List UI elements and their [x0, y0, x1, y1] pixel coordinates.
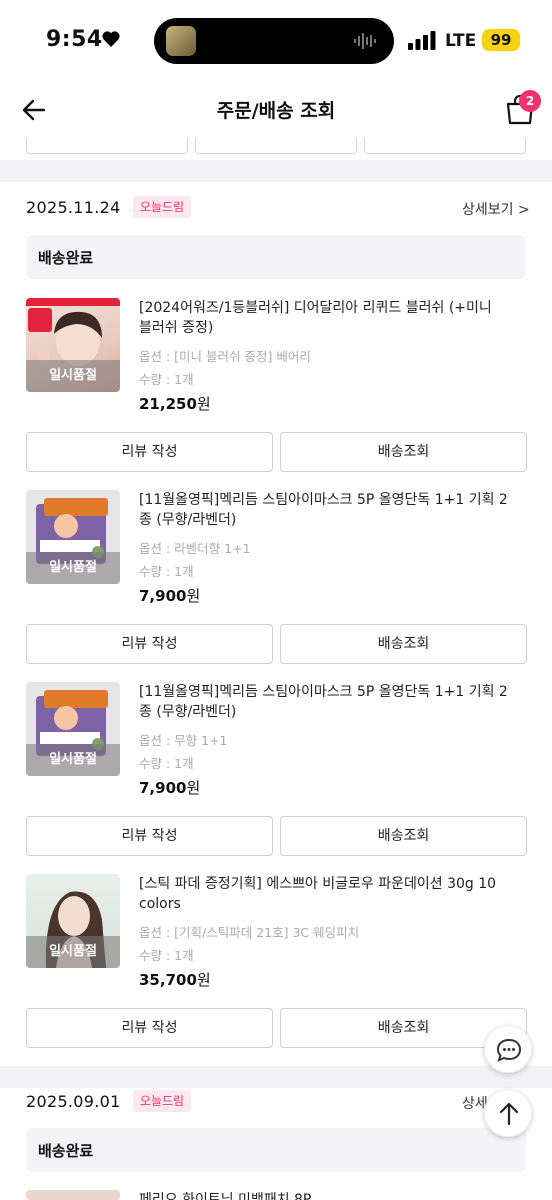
app-header: 주문/배송 조회 — [0, 82, 552, 138]
product-image[interactable]: 일시품절 — [26, 298, 120, 392]
product-price: 35,700원 — [139, 969, 211, 990]
product-option: 옵션 : [기획/스틱파데 21호] 3C 웨딩피치 — [139, 925, 360, 940]
product-option: 옵션 : [미니 블러쉬 증정] 베어리 — [139, 349, 311, 364]
order-date: 2025.09.01 — [26, 1092, 121, 1111]
write-review-button[interactable]: 리뷰 작성 — [26, 816, 273, 856]
product-price: 7,900원 — [139, 585, 200, 606]
product-option: 옵션 : 무향 1+1 — [139, 733, 228, 748]
section-divider — [0, 160, 552, 182]
product-quantity: 수량 : 1개 — [139, 372, 194, 387]
product-name[interactable]: 페리오 화이트닝 미백패치 8P — [139, 1188, 509, 1200]
soldout-overlay: 일시품절 — [26, 552, 120, 584]
delivery-type-tag: 오늘드림 — [133, 196, 191, 218]
order-status: 배송완료 — [38, 1142, 94, 1160]
product-name[interactable]: [스틱 파데 증정기획] 에스쁘아 비글로우 파운데이션 30g 10 colo… — [139, 874, 509, 914]
write-review-button[interactable]: 리뷰 작성 — [26, 624, 273, 664]
price-value: 7,900 — [139, 779, 187, 797]
product-quantity: 수량 : 1개 — [139, 756, 194, 771]
write-review-button[interactable]: 리뷰 작성 — [26, 1008, 273, 1048]
order-detail-link[interactable]: 상세보기 > — [462, 199, 530, 219]
order-status-box: 배송완료 — [26, 235, 526, 279]
dynamic-island — [154, 18, 394, 64]
battery-indicator: 99 — [482, 29, 520, 51]
product-price: 21,250원 — [139, 393, 211, 414]
price-currency: 원 — [186, 779, 201, 797]
section-divider — [0, 1066, 552, 1088]
chat-button[interactable] — [484, 1025, 532, 1073]
now-playing-thumbnail — [166, 26, 196, 56]
product-option: 옵션 : 라벤더향 1+1 — [139, 541, 251, 556]
order-status-box: 배송완료 — [26, 1128, 526, 1172]
previous-action-button[interactable] — [195, 138, 357, 154]
price-value: 7,900 — [139, 587, 187, 605]
price-value: 21,250 — [139, 395, 197, 413]
track-shipment-button[interactable]: 배송조회 — [280, 816, 527, 856]
product-name[interactable]: [2024어워즈/1등블러쉬] 디어달리아 리퀴드 블러쉬 (+미니 블러쉬 증… — [139, 298, 509, 338]
product-name[interactable]: [11월올영픽]멕리듬 스팀아이마스크 5P 올영단독 1+1 기획 2종 (무… — [139, 490, 509, 530]
product-name[interactable]: [11월올영픽]멕리듬 스팀아이마스크 5P 올영단독 1+1 기획 2종 (무… — [139, 682, 509, 722]
signal-bars-icon — [408, 31, 436, 50]
page-title: 주문/배송 조회 — [216, 100, 336, 122]
price-value: 35,700 — [139, 971, 197, 989]
previous-action-button[interactable] — [26, 138, 188, 154]
product-image[interactable]: 일시품절 — [26, 682, 120, 776]
price-currency: 원 — [196, 971, 211, 989]
audio-wave-icon — [354, 33, 376, 49]
status-bar: 9:54 LTE 99 — [0, 0, 552, 82]
scroll-top-button[interactable] — [484, 1089, 532, 1137]
product-image[interactable]: 일시품절 — [26, 874, 120, 968]
product-quantity: 수량 : 1개 — [139, 948, 194, 963]
product-price: 7,900원 — [139, 777, 200, 798]
order-date: 2025.11.24 — [26, 198, 121, 217]
track-shipment-button[interactable]: 배송조회 — [280, 432, 527, 472]
write-review-button[interactable]: 리뷰 작성 — [26, 432, 273, 472]
price-currency: 원 — [196, 395, 211, 413]
status-time: 9:54 — [46, 27, 103, 52]
previous-action-button[interactable] — [364, 138, 526, 154]
previous-order-buttons — [0, 138, 552, 156]
arrow-up-icon — [499, 1102, 519, 1126]
network-label: LTE — [445, 31, 477, 51]
chat-bubble-icon — [496, 1038, 522, 1062]
soldout-overlay: 일시품절 — [26, 360, 120, 392]
soldout-overlay: 일시품절 — [26, 744, 120, 776]
track-shipment-button[interactable]: 배송조회 — [280, 624, 527, 664]
delivery-type-tag: 오늘드림 — [133, 1090, 191, 1112]
soldout-overlay: 일시품절 — [26, 936, 120, 968]
product-image[interactable] — [26, 1190, 120, 1200]
cart-count-badge: 2 — [519, 90, 541, 112]
product-quantity: 수량 : 1개 — [139, 564, 194, 579]
product-image[interactable]: 일시품절 — [26, 490, 120, 584]
order-status: 배송완료 — [38, 249, 94, 267]
heart-icon — [102, 31, 120, 47]
price-currency: 원 — [186, 587, 201, 605]
